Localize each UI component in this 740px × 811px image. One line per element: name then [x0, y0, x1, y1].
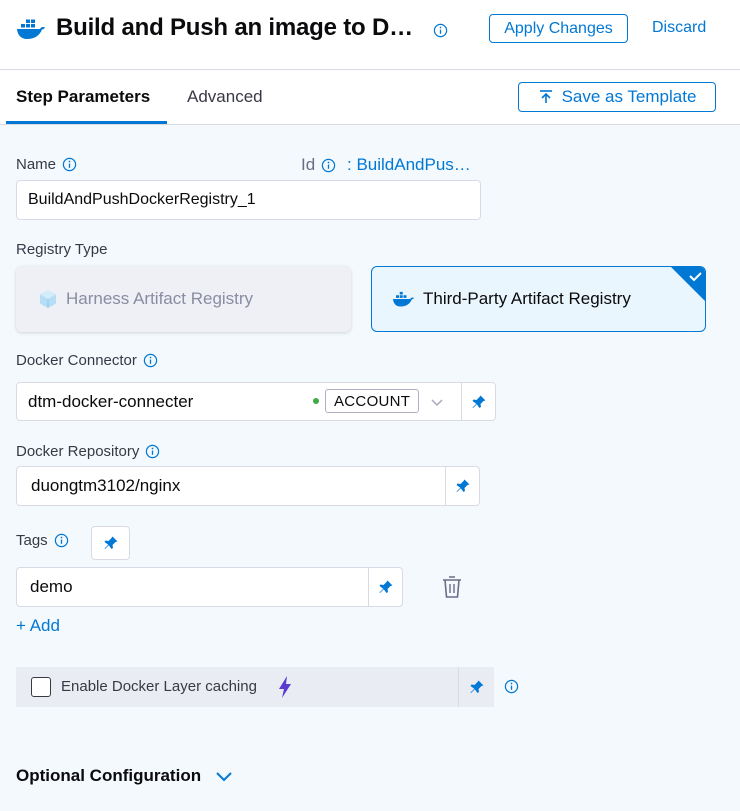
connector-pin-button[interactable]: [461, 382, 496, 421]
info-icon[interactable]: [62, 157, 77, 172]
pin-icon: [104, 536, 117, 549]
trash-icon[interactable]: [442, 575, 462, 599]
pin-icon: [472, 395, 485, 408]
harness-artifact-registry-option[interactable]: Harness Artifact Registry: [16, 266, 351, 332]
account-scope-badge: ACCOUNT: [325, 389, 420, 413]
docker-icon: [393, 291, 414, 307]
discard-button[interactable]: Discard: [652, 19, 706, 37]
pin-icon: [379, 580, 392, 593]
registry-type-label: Registry Type: [16, 241, 108, 258]
harness-registry-icon: [40, 290, 56, 308]
info-icon[interactable]: [145, 444, 160, 459]
third-party-registry-label: Third-Party Artifact Registry: [423, 289, 631, 308]
tab-advanced[interactable]: Advanced: [187, 87, 263, 107]
pin-icon: [456, 479, 469, 492]
lightning-icon: [279, 676, 291, 698]
info-icon[interactable]: [54, 533, 69, 548]
tab-step-parameters[interactable]: Step Parameters: [16, 87, 150, 107]
save-as-template-label: Save as Template: [561, 87, 697, 106]
caching-pin-button[interactable]: [459, 667, 494, 707]
docker-repository-label: Docker Repository: [16, 443, 140, 460]
apply-changes-button[interactable]: Apply Changes: [489, 14, 628, 43]
id-value[interactable]: : BuildAndPus…: [347, 155, 471, 175]
tags-pin-button[interactable]: [91, 526, 130, 560]
tags-label: Tags: [16, 532, 48, 549]
layer-caching-checkbox[interactable]: [31, 677, 51, 697]
name-label: Name: [16, 156, 57, 173]
chevron-down-icon: [216, 772, 232, 782]
info-icon[interactable]: [143, 353, 158, 368]
repository-pin-button[interactable]: [445, 466, 480, 506]
name-input[interactable]: BuildAndPushDockerRegistry_1: [16, 180, 481, 220]
tags-label-row: Tags: [16, 532, 69, 549]
id-label-row: Id: [301, 155, 336, 175]
tag-pin-button[interactable]: [368, 567, 403, 607]
docker-connector-label: Docker Connector: [16, 352, 137, 369]
third-party-artifact-registry-option[interactable]: Third-Party Artifact Registry: [371, 266, 706, 332]
connector-status-dot: [313, 398, 319, 404]
selected-check-icon: [671, 267, 705, 301]
layer-caching-label: Enable Docker Layer caching: [61, 678, 257, 695]
docker-repository-input[interactable]: duongtm3102/nginx: [16, 466, 446, 506]
add-tag-button[interactable]: + Add: [16, 616, 60, 636]
active-tab-indicator: [6, 121, 167, 124]
docker-logo-icon: [17, 19, 45, 39]
id-label: Id: [301, 155, 316, 174]
info-icon[interactable]: [433, 23, 448, 38]
upload-icon: [539, 90, 552, 103]
docker-connector-label-row: Docker Connector: [16, 352, 158, 369]
page-title: Build and Push an image to D…: [56, 14, 413, 41]
name-label-row: Name: [16, 156, 77, 173]
header: Build and Push an image to D… Apply Chan…: [0, 0, 740, 70]
optional-configuration-toggle[interactable]: Optional Configuration: [16, 766, 233, 786]
info-icon[interactable]: [321, 158, 336, 173]
pin-icon: [470, 680, 483, 693]
tag-input[interactable]: demo: [16, 567, 369, 607]
docker-connector-value: dtm-docker-connecter: [28, 391, 194, 411]
info-icon[interactable]: [504, 679, 519, 694]
optional-configuration-label: Optional Configuration: [16, 766, 202, 785]
chevron-down-icon[interactable]: [430, 395, 444, 409]
docker-repository-label-row: Docker Repository: [16, 443, 160, 460]
save-as-template-button[interactable]: Save as Template: [518, 82, 716, 112]
harness-registry-label: Harness Artifact Registry: [66, 289, 254, 308]
tab-bar: Step Parameters Advanced Save as Templat…: [0, 70, 740, 125]
